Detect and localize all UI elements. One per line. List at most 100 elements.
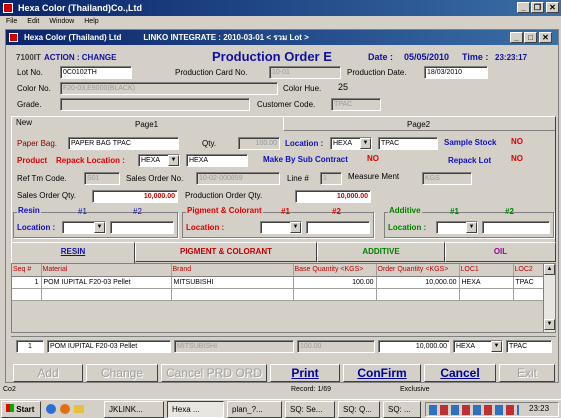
col-loc1[interactable]: LOC1 bbox=[459, 264, 514, 277]
tray-icons[interactable] bbox=[429, 405, 519, 415]
system-tray: 23:23 bbox=[425, 402, 559, 417]
location-label: Location : bbox=[285, 139, 324, 148]
app-restore-button[interactable]: ❐ bbox=[531, 2, 544, 13]
cancel-button[interactable]: Cancel bbox=[424, 364, 496, 382]
menu-window[interactable]: Window bbox=[49, 16, 74, 28]
status-bar: Co2 Record: 1/69 Exclusive bbox=[0, 384, 561, 396]
scroll-up-icon[interactable]: ▲ bbox=[544, 264, 555, 275]
sales-qty-input[interactable]: 10,000.00 bbox=[92, 190, 178, 203]
pigment-title: Pigment & Colorant bbox=[186, 206, 263, 215]
additive-loc2-select[interactable] bbox=[482, 221, 550, 234]
pigment-loc2-select[interactable] bbox=[306, 221, 370, 234]
child-restore-button[interactable]: □ bbox=[524, 32, 537, 43]
edit-material[interactable]: POM IUPITAL F20-03 Pellet bbox=[47, 340, 171, 353]
edit-seq[interactable]: 1 bbox=[16, 340, 44, 353]
edit-order[interactable]: 10,000.00 bbox=[378, 340, 450, 353]
taskbar-item-sq3[interactable]: SQ: ... bbox=[383, 401, 421, 418]
prod-order-qty-label: Production Order Qty. bbox=[185, 191, 263, 200]
tab-resin[interactable]: RESIN bbox=[11, 242, 135, 263]
quicklaunch-folder-icon[interactable] bbox=[74, 405, 84, 413]
materials-grid: Seq # Material Brand Base Quantity <KGS>… bbox=[11, 263, 556, 333]
taskbar-item-sq1[interactable]: SQ: Se... bbox=[285, 401, 335, 418]
chevron-down-icon[interactable]: ▼ bbox=[491, 341, 502, 352]
chevron-down-icon[interactable]: ▼ bbox=[290, 222, 301, 233]
additive-n2: #2 bbox=[505, 207, 514, 216]
location2-input[interactable]: TPAC bbox=[378, 137, 438, 150]
cancel-prd-ord-button[interactable]: Cancel PRD ORD bbox=[161, 364, 267, 382]
resin-loc2-select[interactable] bbox=[110, 221, 174, 234]
chevron-down-icon[interactable]: ▼ bbox=[466, 222, 477, 233]
col-material[interactable]: Material bbox=[41, 264, 172, 277]
date-value: 05/05/2010 bbox=[404, 52, 450, 62]
menu-file[interactable]: File bbox=[6, 16, 17, 28]
grid-scrollbar[interactable]: ▲ ▼ bbox=[543, 264, 555, 332]
date-label: Date : bbox=[368, 52, 394, 62]
table-row[interactable]: 1 POM IUPITAL F20-03 Pellet MITSUBISHI 1… bbox=[12, 276, 544, 289]
taskbar-item-jklink[interactable]: JKLINK... bbox=[104, 401, 164, 418]
repack-location2-input[interactable]: HEXA bbox=[186, 154, 248, 167]
pigment-location-label: Location : bbox=[186, 223, 225, 232]
confirm-button[interactable]: ConFirm bbox=[343, 364, 421, 382]
col-base-qty[interactable]: Base Quantity <KGS> bbox=[293, 264, 377, 277]
quicklaunch-ie-icon[interactable] bbox=[46, 404, 56, 414]
app-title-bar: Hexa Color (Thailand)Co.,Ltd bbox=[0, 0, 561, 16]
app-logo-icon bbox=[3, 3, 13, 13]
cell-loc2: TPAC bbox=[513, 276, 544, 289]
exit-button[interactable]: Exit bbox=[499, 364, 555, 382]
change-button[interactable]: Change bbox=[86, 364, 158, 382]
col-order-qty[interactable]: Order Quantity <KGS> bbox=[376, 264, 460, 277]
clock: 23:23 bbox=[529, 404, 550, 413]
cell-seq: 1 bbox=[12, 276, 42, 289]
resin-loc1-select[interactable]: ▼ bbox=[62, 221, 106, 234]
taskbar-item-hexa[interactable]: Hexa ... bbox=[167, 401, 224, 418]
add-button[interactable]: Add bbox=[13, 364, 83, 382]
child-subtitle: LINKO INTEGRATE : 2010-03-01 < รวม Lot > bbox=[143, 33, 309, 42]
edit-loc1-select[interactable]: HEXA ▼ bbox=[453, 340, 503, 353]
sales-qty-label: Sales Order Qty. bbox=[17, 191, 76, 200]
action-label: ACTION : CHANGE bbox=[44, 53, 117, 62]
col-brand[interactable]: Brand bbox=[171, 264, 294, 277]
edit-loc2[interactable]: TPAC bbox=[506, 340, 552, 353]
additive-loc1-select[interactable]: ▼ bbox=[436, 221, 478, 234]
repack-lot-label: Repack Lot bbox=[448, 156, 492, 165]
col-loc2[interactable]: LOC2 bbox=[513, 264, 544, 277]
edit-loc1-value: HEXA bbox=[456, 343, 476, 350]
col-seq[interactable]: Seq # bbox=[12, 264, 42, 277]
paper-bag-input[interactable]: PAPER BAG TPAC bbox=[68, 137, 179, 150]
location-select[interactable]: HEXA ▼ bbox=[330, 137, 372, 150]
app-title: Hexa Color (Thailand)Co.,Ltd bbox=[18, 3, 143, 13]
scroll-down-icon[interactable]: ▼ bbox=[544, 319, 555, 330]
tab-additive[interactable]: ADDITIVE bbox=[317, 242, 445, 262]
tab-pigment[interactable]: PIGMENT & COLORANT bbox=[135, 242, 317, 262]
menu-edit[interactable]: Edit bbox=[27, 16, 39, 28]
prod-date-input[interactable]: 18/03/2010 bbox=[424, 66, 488, 79]
start-button[interactable]: Start bbox=[1, 401, 41, 418]
repack-location-select[interactable]: HEXA ▼ bbox=[138, 154, 180, 167]
tab-page2[interactable]: Page2 bbox=[407, 120, 430, 129]
app-close-button[interactable]: ✕ bbox=[546, 2, 559, 13]
app-minimize-button[interactable]: _ bbox=[517, 2, 530, 13]
child-minimize-button[interactable]: _ bbox=[510, 32, 523, 43]
user-code: 7100IT bbox=[16, 53, 41, 62]
chevron-down-icon[interactable]: ▼ bbox=[360, 138, 371, 149]
location-value: HEXA bbox=[333, 140, 353, 147]
chevron-down-icon[interactable]: ▼ bbox=[168, 155, 179, 166]
cell-brand: MITSUBISHI bbox=[171, 276, 294, 289]
repack-location-value: HEXA bbox=[141, 157, 161, 164]
chevron-down-icon[interactable]: ▼ bbox=[94, 222, 105, 233]
prod-order-qty-input[interactable]: 10,000.00 bbox=[295, 190, 371, 203]
print-button[interactable]: Print bbox=[270, 364, 340, 382]
menu-help[interactable]: Help bbox=[84, 16, 98, 28]
cell-order: 10,000.00 bbox=[376, 276, 460, 289]
lot-no-input[interactable]: 0C0102TH bbox=[60, 66, 132, 79]
color-hue-label: Color Hue. bbox=[283, 84, 322, 93]
tab-oil[interactable]: OIL bbox=[445, 242, 556, 262]
taskbar-item-sq2[interactable]: SQ: Q... bbox=[338, 401, 380, 418]
new-label: New bbox=[16, 118, 33, 127]
taskbar-item-plan[interactable]: plan_?... bbox=[227, 401, 282, 418]
child-close-button[interactable]: ✕ bbox=[539, 32, 552, 43]
quicklaunch-firefox-icon[interactable] bbox=[60, 404, 70, 414]
tab-page1[interactable]: Page1 bbox=[135, 120, 158, 129]
cell-material: POM IUPITAL F20-03 Pellet bbox=[41, 276, 172, 289]
pigment-loc1-select[interactable]: ▼ bbox=[260, 221, 302, 234]
